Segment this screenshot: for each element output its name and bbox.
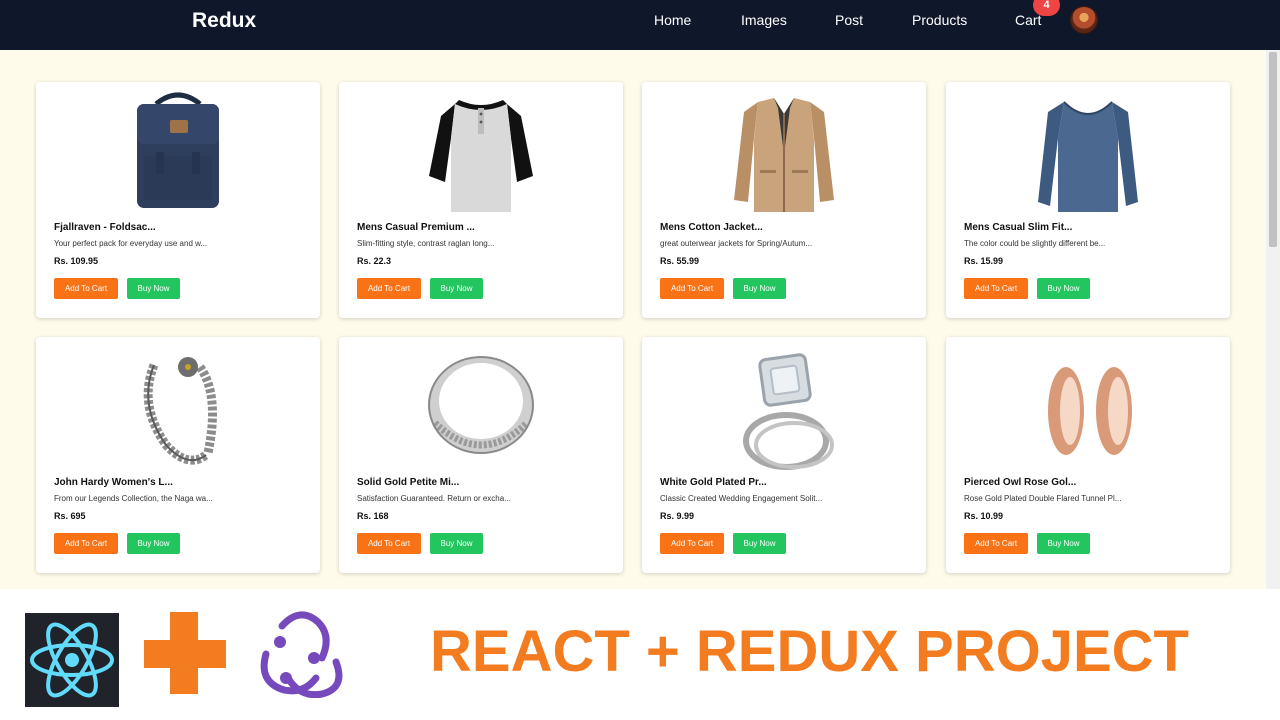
product-description: Your perfect pack for everyday use and w…	[54, 239, 208, 248]
add-to-cart-button[interactable]: Add To Cart	[660, 533, 724, 554]
plus-icon-vertical	[170, 612, 198, 694]
product-price: Rs. 15.99	[964, 256, 1004, 266]
product-description: From our Legends Collection, the Naga wa…	[54, 494, 213, 503]
buy-now-button[interactable]: Buy Now	[430, 278, 483, 299]
nav-images[interactable]: Images	[741, 12, 787, 28]
band-ring-image	[428, 356, 534, 454]
add-to-cart-button[interactable]: Add To Cart	[964, 278, 1028, 299]
product-card: John Hardy Women's L... From our Legends…	[36, 337, 320, 573]
product-price: Rs. 109.95	[54, 256, 99, 266]
product-price: Rs. 22.3	[357, 256, 392, 266]
redux-logo-icon	[260, 611, 343, 698]
slim-fit-shirt-image	[1038, 101, 1138, 212]
product-title[interactable]: Fjallraven - Foldsac...	[54, 222, 156, 233]
buy-now-button[interactable]: Buy Now	[127, 278, 180, 299]
product-description: Satisfaction Guaranteed. Return or excha…	[357, 494, 511, 503]
product-description: great outerwear jackets for Spring/Autum…	[660, 239, 813, 248]
buy-now-button[interactable]: Buy Now	[733, 278, 786, 299]
top-navbar: Redux Home Images Post Products Cart 4	[0, 0, 1280, 50]
product-description: Slim-fitting style, contrast raglan long…	[357, 239, 495, 248]
product-card: White Gold Plated Pr... Classic Created …	[642, 337, 926, 573]
buy-now-button[interactable]: Buy Now	[430, 533, 483, 554]
product-description: Classic Created Wedding Engagement Solit…	[660, 494, 823, 503]
product-card: Mens Casual Slim Fit... The color could …	[946, 82, 1230, 318]
buy-now-button[interactable]: Buy Now	[1037, 533, 1090, 554]
add-to-cart-button[interactable]: Add To Cart	[54, 278, 118, 299]
add-to-cart-button[interactable]: Add To Cart	[660, 278, 724, 299]
user-avatar[interactable]	[1070, 6, 1098, 34]
nav-post[interactable]: Post	[835, 12, 863, 28]
product-card: Fjallraven - Foldsac... Your perfect pac…	[36, 82, 320, 318]
product-title[interactable]: Mens Casual Slim Fit...	[964, 222, 1072, 233]
product-price: Rs. 55.99	[660, 256, 700, 266]
product-title[interactable]: Solid Gold Petite Mi...	[357, 477, 459, 488]
product-title[interactable]: Mens Cotton Jacket...	[660, 222, 763, 233]
product-title[interactable]: Pierced Owl Rose Gol...	[964, 477, 1076, 488]
product-description: Rose Gold Plated Double Flared Tunnel Pl…	[964, 494, 1122, 503]
vertical-scrollbar[interactable]	[1266, 50, 1280, 589]
nav-home[interactable]: Home	[654, 12, 691, 28]
engagement-ring-image	[743, 353, 834, 470]
buy-now-button[interactable]: Buy Now	[127, 533, 180, 554]
buy-now-button[interactable]: Buy Now	[733, 533, 786, 554]
product-description: The color could be slightly different be…	[964, 239, 1106, 248]
add-to-cart-button[interactable]: Add To Cart	[54, 533, 118, 554]
product-grid: Fjallraven - Foldsac... Your perfect pac…	[0, 50, 1266, 589]
cart-count-badge: 4	[1033, 0, 1060, 16]
nav-products[interactable]: Products	[912, 12, 967, 28]
add-to-cart-button[interactable]: Add To Cart	[357, 533, 421, 554]
add-to-cart-button[interactable]: Add To Cart	[357, 278, 421, 299]
product-price: Rs. 695	[54, 511, 86, 521]
backpack-image	[137, 92, 219, 208]
product-card: Solid Gold Petite Mi... Satisfaction Gua…	[339, 337, 623, 573]
product-card: Mens Casual Premium ... Slim-fitting sty…	[339, 82, 623, 318]
product-price: Rs. 10.99	[964, 511, 1004, 521]
cotton-jacket-image	[734, 98, 834, 212]
buy-now-button[interactable]: Buy Now	[1037, 278, 1090, 299]
product-card: Mens Cotton Jacket... great outerwear ja…	[642, 82, 926, 318]
banner-title: REACT + REDUX PROJECT	[430, 619, 1189, 684]
scrollbar-thumb[interactable]	[1269, 52, 1277, 247]
product-title[interactable]: John Hardy Women's L...	[54, 477, 173, 488]
product-title[interactable]: White Gold Plated Pr...	[660, 477, 767, 488]
add-to-cart-button[interactable]: Add To Cart	[964, 533, 1028, 554]
tunnel-plugs-image	[1048, 367, 1132, 455]
brand-logo[interactable]: Redux	[192, 9, 256, 33]
product-title[interactable]: Mens Casual Premium ...	[357, 222, 475, 233]
react-logo-icon	[25, 613, 119, 707]
raglan-tshirt-image	[429, 100, 533, 212]
product-price: Rs. 168	[357, 511, 389, 521]
product-price: Rs. 9.99	[660, 511, 695, 521]
bracelet-image	[143, 357, 217, 465]
product-card: Pierced Owl Rose Gol... Rose Gold Plated…	[946, 337, 1230, 573]
